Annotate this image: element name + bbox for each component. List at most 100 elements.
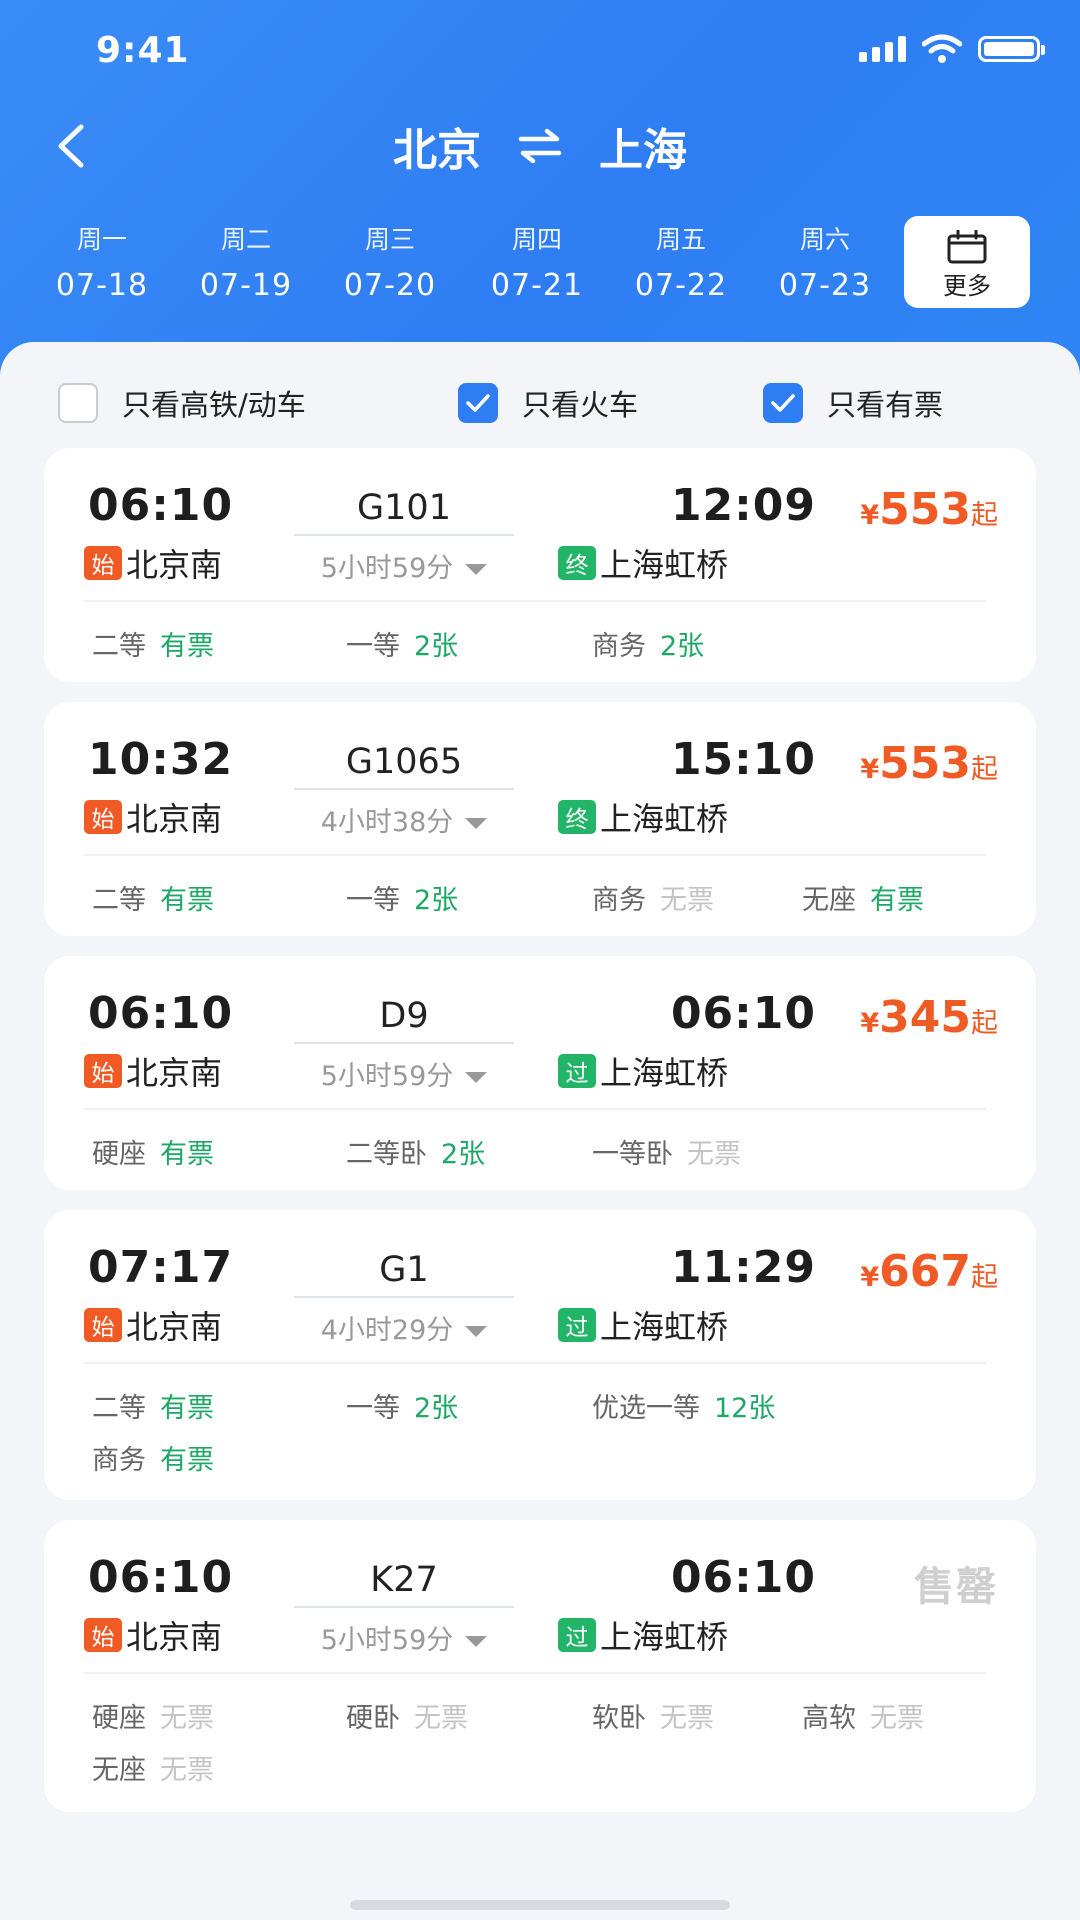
seat-info: 高软 无票 <box>802 1696 924 1735</box>
more-dates-button[interactable]: 更多 <box>904 216 1030 308</box>
filter-highspeed[interactable]: 只看高铁/动车 <box>58 382 306 424</box>
seat-type: 无座 <box>92 1755 146 1786</box>
train-card[interactable]: 06:10 G101 12:09 始 北京南 5小时59分 终 上海虹桥 ¥55… <box>44 448 1036 682</box>
filter-label: 只看有票 <box>827 388 944 422</box>
route-line <box>294 1296 514 1298</box>
date-weekday: 周六 <box>799 225 850 254</box>
price: ¥345 起 <box>860 992 998 1043</box>
route-line <box>294 788 514 790</box>
seat-info: 一等卧 无票 <box>592 1132 741 1171</box>
duration-text: 5小时59分 <box>320 1061 454 1092</box>
seat-status: 有票 <box>160 1445 214 1476</box>
date-tab[interactable]: 周四 07-21 <box>467 220 607 303</box>
arrival-time: 15:10 <box>670 734 816 785</box>
calendar-icon <box>947 230 987 264</box>
seat-type: 硬卧 <box>346 1703 400 1734</box>
caret-down-icon <box>465 1072 488 1083</box>
date-tab[interactable]: 周三 07-20 <box>320 220 460 303</box>
date-value: 07-23 <box>778 268 872 303</box>
date-tab[interactable]: 周一 07-18 <box>32 220 172 303</box>
more-dates-label: 更多 <box>943 272 991 300</box>
departure-station: 始 北京南 <box>84 794 222 840</box>
seat-status: 2张 <box>660 631 705 662</box>
filter-train-only[interactable]: 只看火车 <box>458 382 638 424</box>
train-card[interactable]: 10:32 G1065 15:10 始 北京南 4小时38分 终 上海虹桥 ¥5… <box>44 702 1036 936</box>
seat-type: 商务 <box>592 631 646 662</box>
date-tab[interactable]: 周五 07-22 <box>611 220 751 303</box>
departure-time: 10:32 <box>88 734 234 785</box>
duration-toggle[interactable]: 5小时59分 <box>294 1054 514 1093</box>
departure-station-name: 北京南 <box>126 800 223 838</box>
departure-time: 06:10 <box>88 1552 234 1603</box>
train-number: G1 <box>379 1250 429 1290</box>
duration-text: 5小时59分 <box>320 553 454 584</box>
destination-city[interactable]: 上海 <box>599 114 687 178</box>
seat-status: 无票 <box>660 1703 714 1734</box>
price-currency: ¥ <box>860 500 880 531</box>
arrival-station-name: 上海虹桥 <box>600 1054 729 1092</box>
train-number: K27 <box>370 1560 438 1600</box>
departure-station-name: 北京南 <box>126 1618 223 1656</box>
pass-station-badge: 过 <box>558 1308 596 1342</box>
arrival-station: 过 上海虹桥 <box>558 1612 728 1658</box>
seat-type: 一等 <box>346 1393 400 1424</box>
arrival-time: 06:10 <box>670 988 816 1039</box>
battery-icon <box>978 36 1045 62</box>
status-icons <box>859 34 1045 64</box>
seat-status: 有票 <box>870 885 924 916</box>
seat-type: 商务 <box>592 885 646 916</box>
seat-status: 2张 <box>414 1393 459 1424</box>
seat-type: 软卧 <box>592 1703 646 1734</box>
checkbox-checked-icon[interactable] <box>763 383 803 423</box>
seat-info: 商务 有票 <box>92 1438 214 1477</box>
departure-station-name: 北京南 <box>126 1308 223 1346</box>
origin-city[interactable]: 北京 <box>393 114 481 178</box>
seat-status: 有票 <box>160 885 214 916</box>
seat-status: 无票 <box>414 1703 468 1734</box>
start-station-badge: 始 <box>84 800 122 834</box>
soldout-label: 售罄 <box>914 1564 998 1610</box>
duration-toggle[interactable]: 5小时59分 <box>294 546 514 585</box>
filter-available-only[interactable]: 只看有票 <box>763 382 943 424</box>
seat-type: 硬座 <box>92 1139 146 1170</box>
duration-toggle[interactable]: 5小时59分 <box>294 1618 514 1657</box>
date-weekday: 周五 <box>655 225 706 254</box>
filter-bar: 只看高铁/动车 只看火车 只看有票 <box>58 382 1058 432</box>
train-card[interactable]: 06:10 D9 06:10 始 北京南 5小时59分 过 上海虹桥 ¥345 起… <box>44 956 1036 1190</box>
departure-station: 始 北京南 <box>84 1302 222 1348</box>
date-tab[interactable]: 周六 07-23 <box>755 220 895 303</box>
duration-text: 5小时59分 <box>320 1625 454 1656</box>
seat-info: 二等 有票 <box>92 878 214 917</box>
seat-info: 无座 无票 <box>92 1748 214 1787</box>
seat-status: 无票 <box>160 1703 214 1734</box>
terminal-station-badge: 终 <box>558 546 596 580</box>
arrival-station-name: 上海虹桥 <box>600 546 729 584</box>
route-line <box>294 534 514 536</box>
seat-status: 无票 <box>160 1755 214 1786</box>
seat-status: 无票 <box>870 1703 924 1734</box>
train-card[interactable]: 06:10 K27 06:10 始 北京南 5小时59分 过 上海虹桥 售罄 硬… <box>44 1520 1036 1812</box>
home-indicator[interactable] <box>350 1900 730 1910</box>
seat-info: 二等 有票 <box>92 624 214 663</box>
train-card[interactable]: 07:17 G1 11:29 始 北京南 4小时29分 过 上海虹桥 ¥667 起… <box>44 1210 1036 1500</box>
price-value: 553 <box>879 738 971 789</box>
duration-toggle[interactable]: 4小时29分 <box>294 1308 514 1347</box>
checkbox-unchecked-icon[interactable] <box>58 383 98 423</box>
seat-status: 无票 <box>687 1139 741 1170</box>
date-value: 07-20 <box>343 268 437 303</box>
departure-station: 始 北京南 <box>84 1612 222 1658</box>
price-suffix: 起 <box>971 1008 998 1039</box>
price-suffix: 起 <box>971 754 998 785</box>
duration-toggle[interactable]: 4小时38分 <box>294 800 514 839</box>
checkbox-checked-icon[interactable] <box>458 383 498 423</box>
date-value: 07-18 <box>55 268 149 303</box>
swap-icon[interactable] <box>517 126 563 166</box>
seat-info: 无座 有票 <box>802 878 924 917</box>
arrival-station-name: 上海虹桥 <box>600 1618 729 1656</box>
wifi-icon <box>922 34 962 63</box>
date-tab[interactable]: 周二 07-19 <box>176 220 316 303</box>
date-weekday: 周四 <box>511 225 562 254</box>
seat-info: 一等 2张 <box>346 1386 458 1425</box>
seat-status: 无票 <box>660 885 714 916</box>
seat-status: 有票 <box>160 1393 214 1424</box>
